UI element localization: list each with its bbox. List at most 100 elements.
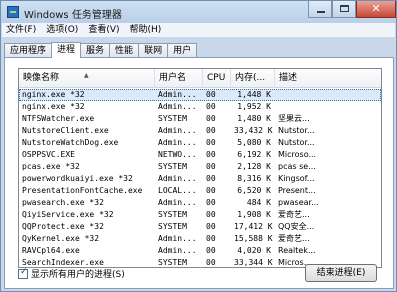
process-user-name: Admin... <box>158 126 197 135</box>
process-description: 爱奇艺... <box>278 234 310 243</box>
menu-bar: 文件(F) 选项(O) 查看(V) 帮助(H) <box>2 23 395 37</box>
close-icon: ✕ <box>371 2 381 15</box>
process-memory: 8,316 K <box>237 174 271 183</box>
column-description[interactable]: 描述 <box>275 69 381 88</box>
process-description: 坚果云... <box>278 114 310 123</box>
process-row[interactable]: nginx.exe *32 Admin... 00 1,448 K <box>19 89 381 101</box>
menu-options[interactable]: 选项(O) <box>46 23 78 37</box>
process-user-name: Admin... <box>158 246 197 255</box>
process-cpu: 00 <box>206 234 216 243</box>
process-user-name: Admin... <box>158 234 197 243</box>
process-description: QQ安全... <box>278 222 315 231</box>
process-memory: 33,344 K <box>234 258 273 267</box>
minimize-button[interactable] <box>308 1 332 18</box>
process-memory: 15,588 K <box>234 234 273 243</box>
process-user-name: NETWO... <box>158 150 197 159</box>
tab-services[interactable]: 服务 <box>80 43 111 58</box>
process-user-name: SYSTEM <box>158 258 187 267</box>
process-row[interactable]: NutstoreWatchDog.exe Admin... 00 5,080 K Nut… <box>19 137 381 149</box>
process-image-name: nginx.exe *32 <box>22 102 85 111</box>
process-image-name: QyKernel.exe *32 <box>22 234 100 243</box>
process-memory: 1,448 K <box>237 90 271 99</box>
task-manager-app-icon <box>7 6 19 18</box>
maximize-button[interactable] <box>332 1 356 18</box>
sort-ascending-icon: ▲ <box>84 72 89 79</box>
process-cpu: 00 <box>206 162 216 171</box>
process-cpu: 00 <box>206 150 216 159</box>
processes-panel: 映像名称 ▲ 用户名 CPU 内存(... 描述 nginx.exe *32 Ad… <box>4 57 394 289</box>
close-button[interactable]: ✕ <box>356 1 396 18</box>
process-description: 爱奇艺... <box>278 210 310 219</box>
column-image-name[interactable]: 映像名称 ▲ <box>19 69 155 88</box>
process-row[interactable]: OSPPSVC.EXE NETWO... 00 6,192 K Microso... <box>19 149 381 161</box>
process-image-name: QQProtect.exe *32 <box>22 222 104 231</box>
process-cpu: 00 <box>206 126 216 135</box>
menu-file[interactable]: 文件(F) <box>6 23 36 37</box>
end-process-button[interactable]: 结束进程(E) <box>305 264 377 282</box>
process-memory: 1,480 K <box>237 114 271 123</box>
column-cpu[interactable]: CPU <box>203 69 231 88</box>
process-user-name: SYSTEM <box>158 114 187 123</box>
task-manager-window: Windows 任务管理器 ✕ 文件(F) 选项(O) 查看(V) 帮助(H) … <box>0 0 397 292</box>
column-memory[interactable]: 内存(... <box>231 69 275 88</box>
process-description: Present... <box>278 186 316 195</box>
process-list-header: 映像名称 ▲ 用户名 CPU 内存(... 描述 <box>19 69 381 88</box>
process-row[interactable]: QQProtect.exe *32 SYSTEM 00 17,412 K QQ安全... <box>19 221 381 233</box>
process-cpu: 00 <box>206 138 216 147</box>
process-image-name: nginx.exe *32 <box>22 90 85 99</box>
process-image-name: RAVCpl64.exe <box>22 246 80 255</box>
process-description: Microso... <box>278 150 317 159</box>
process-row[interactable]: pwasearch.exe *32 Admin... 00 484 K pwasear.… <box>19 197 381 209</box>
minimize-icon <box>317 11 325 13</box>
title-bar[interactable]: Windows 任务管理器 ✕ <box>1 1 396 23</box>
process-row[interactable]: PresentationFontCache.exe LOCAL... 00 6,520… <box>19 185 381 197</box>
process-memory: 4,020 K <box>237 246 271 255</box>
process-description: pwasear... <box>278 198 319 207</box>
process-user-name: Admin... <box>158 102 197 111</box>
process-row[interactable]: QyKernel.exe *32 Admin... 00 15,588 K 爱奇艺... <box>19 233 381 245</box>
process-user-name: Admin... <box>158 174 197 183</box>
menu-help[interactable]: 帮助(H) <box>130 23 162 37</box>
process-row[interactable]: powerwordkuaiyi.exe *32 Admin... 00 8,316 K… <box>19 173 381 185</box>
process-image-name: OSPPSVC.EXE <box>22 150 75 159</box>
tab-applications[interactable]: 应用程序 <box>4 43 53 58</box>
process-memory: 5,080 K <box>237 138 271 147</box>
tab-processes[interactable]: 进程 <box>51 42 82 58</box>
process-cpu: 00 <box>206 174 216 183</box>
process-description: Nutstor... <box>278 126 315 135</box>
process-row[interactable]: nginx.exe *32 Admin... 00 1,952 K <box>19 101 381 113</box>
tab-performance[interactable]: 性能 <box>109 43 140 58</box>
process-user-name: Admin... <box>158 138 197 147</box>
tab-users[interactable]: 用户 <box>167 43 198 58</box>
process-cpu: 00 <box>206 90 216 99</box>
process-row[interactable]: NutstoreClient.exe Admin... 00 33,432 K Nuts… <box>19 125 381 137</box>
process-description: Kingsof... <box>278 174 315 183</box>
process-row[interactable]: RAVCpl64.exe Admin... 00 4,020 K Realtek... <box>19 245 381 257</box>
process-image-name: NutstoreWatchDog.exe <box>22 138 119 147</box>
process-list[interactable]: 映像名称 ▲ 用户名 CPU 内存(... 描述 nginx.exe *32 Ad… <box>18 68 382 268</box>
process-description: pcas se... <box>278 162 316 171</box>
show-all-users[interactable]: ✓ 显示所有用户的进程(S) <box>18 267 125 280</box>
process-row[interactable]: NTFSWatcher.exe SYSTEM 00 1,480 K 坚果云... <box>19 113 381 125</box>
menu-view[interactable]: 查看(V) <box>88 23 119 37</box>
show-all-users-checkbox[interactable]: ✓ <box>18 267 28 279</box>
process-cpu: 00 <box>206 222 216 231</box>
tab-networking[interactable]: 联网 <box>138 43 169 58</box>
process-cpu: 00 <box>206 246 216 255</box>
process-cpu: 00 <box>206 258 216 267</box>
column-user-name[interactable]: 用户名 <box>155 69 203 88</box>
process-user-name: LOCAL... <box>158 186 197 195</box>
process-memory: 484 K <box>246 198 271 207</box>
tab-strip: 应用程序 进程 服务 性能 联网 用户 <box>4 42 198 58</box>
process-user-name: SYSTEM <box>158 162 187 171</box>
process-description <box>275 101 381 113</box>
process-description: Realtek... <box>278 246 316 255</box>
maximize-icon <box>340 5 349 12</box>
show-all-users-label: 显示所有用户的进程(S) <box>31 270 125 280</box>
process-row[interactable]: pcas.exe *32 SYSTEM 00 2,128 K pcas se... <box>19 161 381 173</box>
process-memory: 1,908 K <box>237 210 271 219</box>
column-image-name-label: 映像名称 <box>23 73 60 83</box>
process-image-name: pcas.exe *32 <box>22 162 80 171</box>
process-user-name: SYSTEM <box>158 222 187 231</box>
process-row[interactable]: QiyiService.exe *32 SYSTEM 00 1,908 K 爱奇艺... <box>19 209 381 221</box>
